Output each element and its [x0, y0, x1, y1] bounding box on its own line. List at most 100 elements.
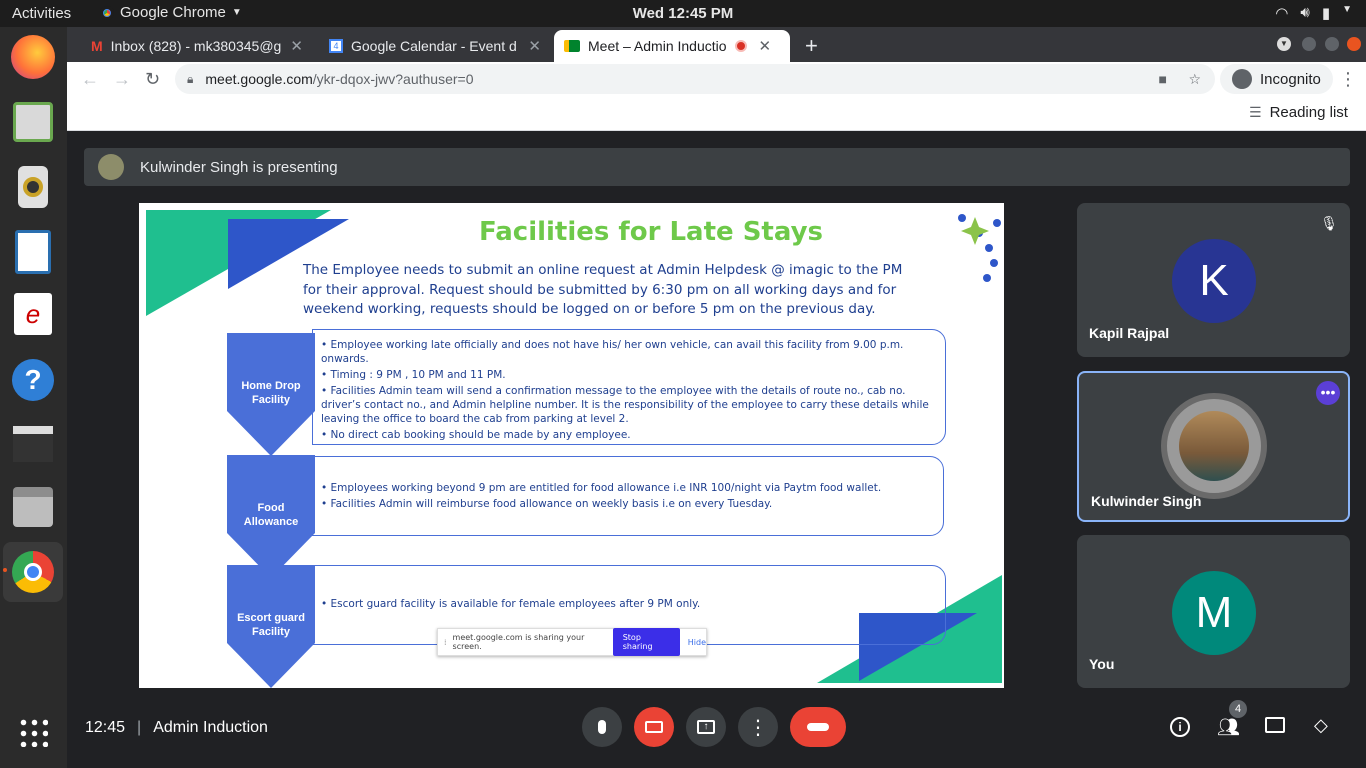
leave-call-button[interactable]: [790, 707, 846, 747]
system-tray[interactable]: ◠ 🔊︎ ▮ ▼: [1275, 4, 1352, 22]
system-top-bar: Activities Google Chrome ▼ Wed 12:45 PM …: [0, 0, 1366, 27]
list-item: • Employees working beyond 9 pm are enti…: [321, 482, 882, 494]
close-window-icon[interactable]: [1347, 37, 1361, 51]
avatar: K: [1172, 239, 1256, 323]
list-item: • Facilities Admin team will send a conf…: [321, 385, 929, 425]
tab-search-icon[interactable]: ▼: [1277, 37, 1291, 51]
recording-icon: [734, 40, 747, 52]
presenter-avatar: [98, 154, 124, 180]
hide-button[interactable]: Hide: [688, 638, 706, 647]
incognito-label: Incognito: [1260, 70, 1321, 88]
tab-meet[interactable]: Meet – Admin Inductio ✕: [554, 30, 790, 62]
help-icon[interactable]: ?: [8, 355, 58, 405]
meet-icon: [564, 40, 580, 52]
reload-icon[interactable]: ↻: [145, 69, 160, 90]
tab-label: Meet – Admin Inductio: [588, 38, 727, 54]
pdf-viewer-icon[interactable]: e: [8, 289, 58, 339]
reading-list-button[interactable]: ☰ Reading list: [1249, 104, 1348, 121]
shared-slide: Facilities for Late Stays The Employee n…: [139, 203, 1004, 688]
participant-name: Kapil Rajpal: [1089, 325, 1170, 341]
slide-intro: The Employee needs to submit an online r…: [303, 262, 903, 317]
wifi-icon: ◠: [1275, 5, 1289, 22]
separator: |: [137, 719, 142, 736]
writer-icon[interactable]: [8, 227, 58, 277]
hang-up-icon: [807, 723, 829, 731]
mic-button[interactable]: [582, 707, 622, 747]
reading-list-label: Reading list: [1269, 104, 1348, 121]
participant-tile-you[interactable]: M You: [1077, 535, 1350, 688]
meet-controls: 12:45 | Admin Induction ↑ ⋮ i 👥︎ 4 ◇: [67, 695, 1366, 768]
speaker-app-icon[interactable]: [8, 162, 58, 212]
firefox-icon[interactable]: [8, 32, 58, 82]
forward-icon[interactable]: →: [113, 69, 131, 90]
tab-label: Inbox (828) - mk380345@g: [110, 38, 282, 54]
chat-icon[interactable]: [1265, 717, 1285, 733]
avatar: M: [1172, 571, 1256, 655]
section-label-food: Food Allowance: [243, 502, 299, 528]
tab-gmail[interactable]: M Inbox (828) - mk380345@g ✕: [81, 30, 313, 62]
image-viewer-icon[interactable]: [8, 97, 58, 147]
new-tab-button[interactable]: +: [805, 33, 818, 59]
drag-handle-icon[interactable]: ⁞: [444, 638, 447, 647]
meeting-name: Admin Induction: [153, 719, 268, 736]
address-bar[interactable]: 🔒︎ meet.google.com/ykr-dqox-jwv?authuser…: [175, 64, 1215, 94]
avatar: [1161, 393, 1267, 499]
mic-off-icon: 🎙︎: [1320, 215, 1338, 231]
meeting-time: 12:45: [85, 719, 126, 736]
camera-button[interactable]: [634, 707, 674, 747]
present-icon: ↑: [697, 720, 715, 734]
camera-off-icon: [645, 721, 663, 733]
bookmarks-bar: ☰ Reading list: [67, 96, 1366, 131]
star-icon[interactable]: ☆: [1188, 71, 1201, 88]
sparkle-icon: [958, 214, 1001, 282]
incognito-chip[interactable]: Incognito: [1220, 64, 1333, 94]
participant-tile-kulwinder[interactable]: ••• Kulwinder Singh: [1077, 371, 1350, 522]
running-indicator: [3, 568, 7, 572]
participant-count-badge: 4: [1229, 700, 1247, 718]
present-button[interactable]: ↑: [686, 707, 726, 747]
close-icon[interactable]: ✕: [528, 37, 541, 55]
minimize-icon[interactable]: [1302, 37, 1316, 51]
list-item: • Escort guard facility is available for…: [321, 598, 701, 610]
section-label-home-drop: Home Drop Facility: [241, 380, 301, 406]
url-host: meet.google.com: [205, 71, 313, 87]
more-icon[interactable]: ⋮: [1339, 69, 1357, 90]
maximize-icon[interactable]: [1325, 37, 1339, 51]
participant-name: Kulwinder Singh: [1091, 493, 1202, 509]
people-icon[interactable]: 👥︎: [1217, 717, 1240, 738]
back-icon[interactable]: ←: [81, 69, 99, 90]
camera-icon[interactable]: ■: [1159, 71, 1167, 87]
participant-name: You: [1089, 656, 1115, 672]
close-icon[interactable]: ✕: [759, 37, 772, 55]
url-path: /ykr-dqox-jwv?authuser=0: [312, 71, 474, 87]
more-options-icon[interactable]: •••: [1316, 381, 1340, 405]
dock: e ?: [0, 27, 67, 768]
home-drop-bullets: • Employee working late officially and d…: [312, 329, 946, 445]
toolbar: ← → ↻ 🔒︎ meet.google.com/ykr-dqox-jwv?au…: [67, 62, 1366, 96]
info-icon[interactable]: i: [1170, 717, 1190, 737]
tab-calendar[interactable]: 4 Google Calendar - Event d ✕: [319, 30, 551, 62]
share-bar-text: meet.google.com is sharing your screen.: [452, 633, 585, 651]
gmail-icon: M: [91, 38, 103, 54]
list-item: • Employee working late officially and d…: [321, 339, 904, 365]
more-options-button[interactable]: ⋮: [738, 707, 778, 747]
activities-icon[interactable]: ◇: [1314, 715, 1328, 736]
chrome-icon[interactable]: [3, 542, 63, 602]
tab-label: Google Calendar - Event d: [351, 38, 517, 54]
meet-content: Kulwinder Singh is presenting Facilities…: [67, 131, 1366, 768]
video-editor-icon[interactable]: [8, 419, 58, 469]
participant-tile-kapil[interactable]: 🎙︎ K Kapil Rajpal: [1077, 203, 1350, 357]
incognito-icon: [1232, 69, 1252, 89]
section-label-escort: Escort guard Facility: [237, 612, 305, 638]
show-apps-icon[interactable]: [8, 707, 58, 757]
tab-strip: M Inbox (828) - mk380345@g ✕ 4 Google Ca…: [67, 27, 1366, 62]
reading-list-icon: ☰: [1249, 104, 1262, 120]
volume-icon: 🔊︎: [1300, 4, 1310, 21]
food-bullets: • Employees working beyond 9 pm are enti…: [312, 456, 944, 536]
star-shape: [961, 217, 989, 245]
close-icon[interactable]: ✕: [290, 37, 303, 55]
archive-icon[interactable]: [8, 482, 58, 532]
screen-share-bar: ⁞ meet.google.com is sharing your screen…: [437, 628, 707, 656]
stop-sharing-button[interactable]: Stop sharing: [612, 628, 680, 656]
clock[interactable]: Wed 12:45 PM: [0, 5, 1366, 22]
